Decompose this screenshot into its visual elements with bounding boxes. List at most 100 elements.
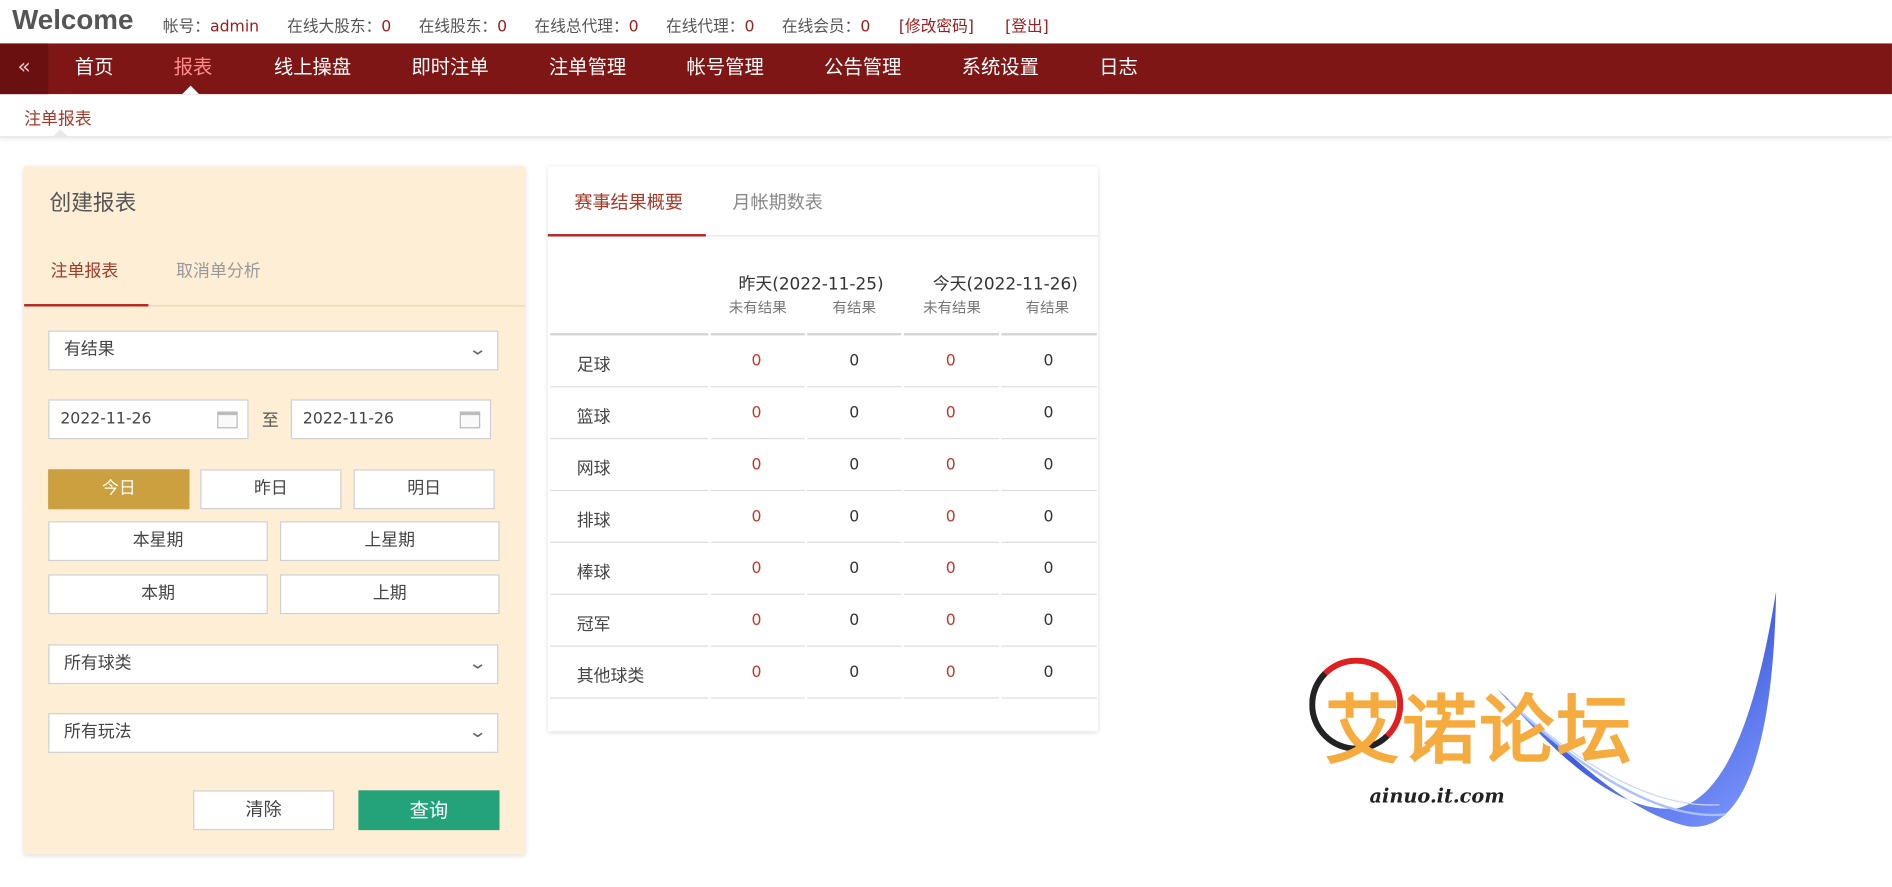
last-week-button[interactable]: 上星期 [279,521,500,562]
calendar-icon[interactable] [459,411,481,429]
cell-unsettled-count[interactable]: 0 [720,664,792,682]
result-select[interactable]: 有结果 ⌄ [48,330,499,371]
row-divider [550,593,1097,595]
sport-select[interactable]: 所有球类 ⌄ [48,644,499,685]
online-member: 在线会员：0 [781,18,871,37]
today-button[interactable]: 今日 [48,469,190,510]
tab-cancel-analysis[interactable]: 取消单分析 [176,258,260,282]
summary-panel: 赛事结果概要 月帐期数表 昨天(2022-11-25) 今天(2022-11-2… [547,166,1099,732]
breadcrumb-caret-icon [53,129,68,137]
nav-item-account-management[interactable]: 帐号管理 [687,43,764,94]
this-week-button[interactable]: 本星期 [48,521,268,562]
cell-unsettled-count[interactable]: 0 [915,664,987,682]
subheader-settled: 有结果 [832,299,877,317]
row-sport-name: 冠军 [576,615,611,635]
nav-active-caret-icon [182,85,200,95]
nav-item-home[interactable]: 首页 [75,43,114,94]
cell-unsettled-count[interactable]: 0 [915,404,987,422]
logout-link[interactable]: [登出] [1005,13,1049,36]
cell-settled-count: 0 [849,352,860,371]
row-divider [550,489,1097,492]
query-button[interactable]: 查询 [358,790,500,831]
nav-item-logs[interactable]: 日志 [1099,43,1138,94]
row-sport-name: 其他球类 [576,667,645,687]
column-gap [708,333,711,702]
column-group-today: 今天(2022-11-26) [932,275,1078,295]
logo-text: 艾诺论坛 [1324,686,1634,775]
last-period-button[interactable]: 上期 [279,574,500,615]
row-sport-name: 棒球 [576,563,611,583]
cell-settled-count: 0 [1043,507,1054,527]
cell-unsettled-count[interactable]: 0 [720,352,792,370]
online-shareholder: 在线股东：0 [418,18,508,37]
cell-unsettled-count[interactable]: 0 [915,560,987,578]
nav-item-bet-management[interactable]: 注单管理 [549,43,626,94]
row-divider [550,386,1097,388]
watermark-logo: 艾诺论坛 ainuo.it.com [1303,585,1786,844]
date-range-separator: 至 [261,411,279,431]
row-sport-name: 网球 [576,459,611,480]
cell-unsettled-count[interactable]: 0 [720,404,792,422]
subheader-unsettled: 未有结果 [923,299,981,317]
calendar-icon[interactable] [217,411,238,429]
row-divider [550,697,1097,699]
row-divider [550,645,1097,647]
online-agent: 在线代理：0 [666,18,755,37]
nav-item-announcement-management[interactable]: 公告管理 [824,43,901,94]
cell-settled-count: 0 [1043,611,1054,630]
column-gap [999,333,1002,702]
nav-item-online-trading[interactable]: 线上操盘 [274,43,351,94]
play-type-select[interactable]: 所有玩法 ⌄ [48,713,499,753]
chevron-down-icon: ⌄ [468,340,488,360]
row-divider [550,437,1097,440]
table-header-divider [550,333,1097,336]
change-password-link[interactable]: [修改密码] [899,13,974,36]
tomorrow-button[interactable]: 明日 [353,469,495,510]
online-general-agent: 在线总代理：0 [534,18,639,37]
subheader-unsettled: 未有结果 [728,299,787,317]
cell-settled-count: 0 [849,611,860,630]
column-group-yesterday: 昨天(2022-11-25) [738,275,884,295]
collapse-menu-icon[interactable]: « [0,43,49,95]
create-report-panel: 创建报表 注单报表 取消单分析 有结果 ⌄ 2022-11-26 至 2022-… [24,166,525,855]
cell-settled-count: 0 [849,456,860,475]
active-tab-underline [547,234,706,237]
this-period-button[interactable]: 本期 [48,574,268,615]
cell-unsettled-count[interactable]: 0 [720,508,792,526]
chevron-down-icon: ⌄ [468,722,488,743]
nav-item-system-settings[interactable]: 系统设置 [962,43,1039,94]
cell-settled-count: 0 [849,663,860,682]
date-to-input[interactable]: 2022-11-26 [290,399,492,440]
clear-button[interactable]: 清除 [193,790,335,831]
cell-settled-count: 0 [849,559,860,578]
tab-bet-report[interactable]: 注单报表 [51,258,119,282]
breadcrumb[interactable]: 注单报表 [24,106,92,130]
cell-unsettled-count[interactable]: 0 [915,612,987,630]
column-gap [901,333,904,702]
account-info: 帐号：admin [162,18,260,37]
row-sport-name: 排球 [576,511,611,531]
date-from-input[interactable]: 2022-11-26 [48,399,249,440]
summary-tabs: 赛事结果概要 月帐期数表 [547,167,1099,237]
cell-settled-count: 0 [1043,352,1054,371]
cell-unsettled-count[interactable]: 0 [720,612,792,630]
cell-settled-count: 0 [1043,456,1054,475]
cell-unsettled-count[interactable]: 0 [915,352,987,370]
chevron-down-icon: ⌄ [468,653,488,674]
logo-domain: ainuo.it.com [1369,784,1505,808]
cell-unsettled-count[interactable]: 0 [915,456,987,474]
row-sport-name: 篮球 [576,407,611,428]
top-info-bar: Welcome 帐号：admin 在线大股东：0 在线股东：0 在线总代理：0 … [0,0,1892,43]
active-tab-underline [24,304,149,307]
nav-item-live-bets[interactable]: 即时注单 [411,43,488,94]
row-divider [550,541,1097,543]
cell-settled-count: 0 [849,507,860,527]
tab-event-result-summary[interactable]: 赛事结果概要 [574,189,683,214]
main-nav: « 首页 报表 线上操盘 即时注单 注单管理 帐号管理 公告管理 系统设置 日志 [0,43,1892,95]
tab-monthly-period-table[interactable]: 月帐期数表 [732,189,823,214]
cell-unsettled-count[interactable]: 0 [720,456,792,474]
cell-unsettled-count[interactable]: 0 [915,508,987,526]
cell-unsettled-count[interactable]: 0 [720,560,792,578]
row-sport-name: 足球 [576,355,611,376]
yesterday-button[interactable]: 昨日 [200,469,342,510]
